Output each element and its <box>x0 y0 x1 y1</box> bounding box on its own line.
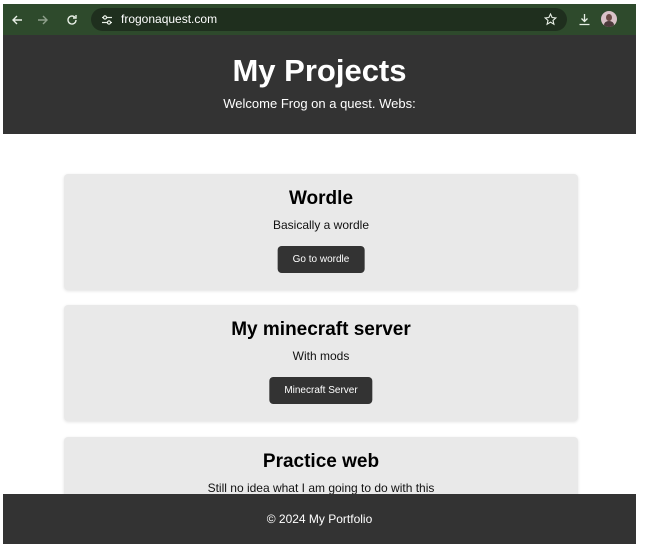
go-to-wordle-button[interactable]: Go to wordle <box>277 246 365 273</box>
footer-text: © 2024 My Portfolio <box>266 512 373 526</box>
url-text[interactable]: frogonaquest.com <box>121 8 217 31</box>
card-title: My minecraft server <box>231 319 411 340</box>
star-icon[interactable] <box>544 8 557 31</box>
page-header: My Projects Welcome Frog on a quest. Web… <box>3 35 636 134</box>
browser-window: frogonaquest.com My Projects Welcome Fro… <box>3 4 636 544</box>
tune-icon[interactable] <box>97 8 117 31</box>
arrow-right-icon[interactable] <box>33 4 53 35</box>
card-description: Basically a wordle <box>272 218 370 232</box>
card-description: With mods <box>292 349 350 363</box>
card-description: Still no idea what I am going to do with… <box>207 481 435 495</box>
download-icon[interactable] <box>574 4 594 35</box>
page-footer: © 2024 My Portfolio <box>3 494 636 544</box>
card-title: Wordle <box>288 188 354 209</box>
browser-toolbar: frogonaquest.com <box>3 4 636 35</box>
card-title: Practice web <box>262 451 380 472</box>
page-subtitle: Welcome Frog on a quest. Webs: <box>223 96 416 111</box>
minecraft-server-button[interactable]: Minecraft Server <box>269 377 373 404</box>
reload-icon[interactable] <box>62 4 82 35</box>
project-card-wordle: Wordle Basically a wordle Go to wordle <box>64 174 578 290</box>
address-bar[interactable]: frogonaquest.com <box>91 8 567 31</box>
page-title: My Projects <box>232 53 407 88</box>
project-card-minecraft: My minecraft server With mods Minecraft … <box>64 305 578 421</box>
arrow-left-icon[interactable] <box>7 4 27 35</box>
avatar[interactable] <box>601 11 617 27</box>
